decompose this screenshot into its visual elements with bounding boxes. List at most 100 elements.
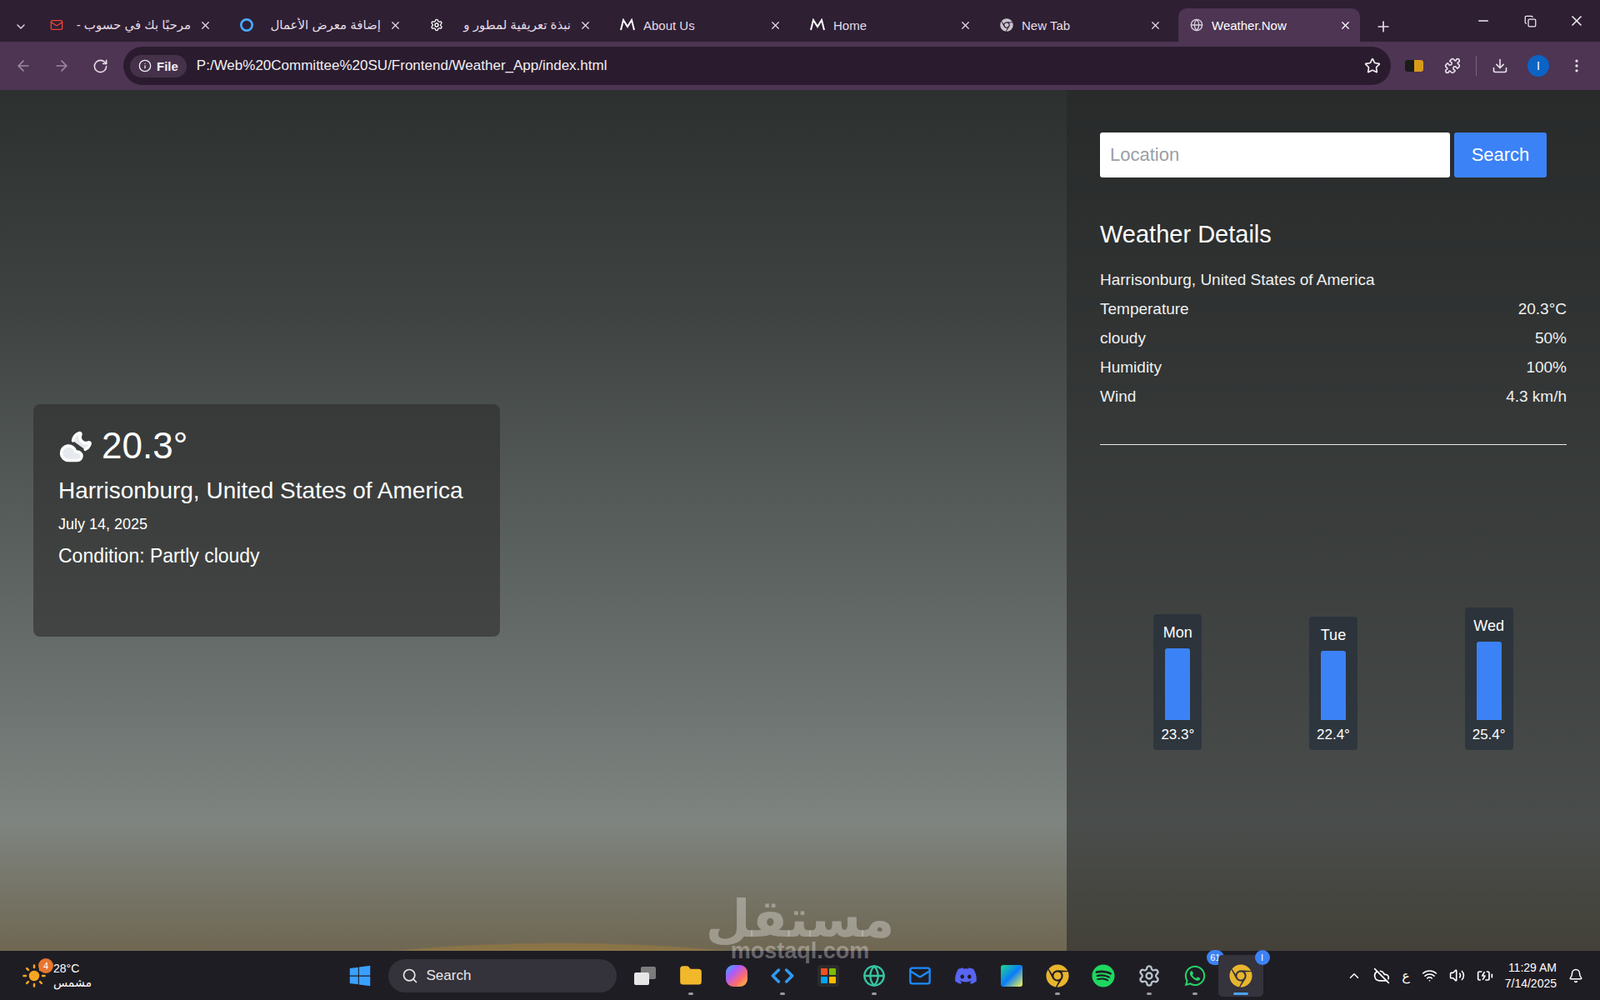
taskbar-search[interactable]: Search	[388, 959, 617, 993]
whatsapp-icon	[1183, 964, 1207, 988]
close-window-button[interactable]	[1553, 0, 1600, 42]
close-tab-icon[interactable]	[769, 19, 782, 32]
tab-label: New Tab	[1021, 18, 1141, 33]
tab-label: About Us	[643, 18, 761, 33]
browser-tab[interactable]: نبذة تعريفية لمطور و	[418, 8, 600, 42]
day-reading: 23.3°	[1160, 726, 1195, 744]
taskbar-app[interactable]	[897, 955, 943, 997]
onedrive-icon[interactable]	[1373, 967, 1390, 985]
watermark: مستقلmostaql.com	[705, 893, 895, 963]
chrome-icon	[1229, 964, 1253, 988]
toolbar-separator	[1475, 55, 1477, 76]
current-location: Harrisonburg, United States of America	[58, 474, 475, 507]
close-tab-icon[interactable]	[1339, 19, 1352, 32]
running-indicator	[1233, 992, 1249, 995]
puzzle-icon	[1444, 57, 1461, 75]
taskbar-app[interactable]	[668, 955, 714, 997]
search-icon	[401, 967, 419, 985]
wifi-icon[interactable]	[1421, 967, 1438, 984]
weather-widget-text: 28°Cمشمس	[53, 961, 92, 990]
taskbar-app[interactable]	[943, 955, 989, 997]
detail-value: 20.3°C	[1518, 300, 1567, 319]
running-indicator	[1146, 992, 1152, 995]
settings-icon	[1137, 964, 1161, 988]
menu-button[interactable]	[1561, 50, 1592, 81]
close-tab-icon[interactable]	[199, 19, 212, 32]
mostaql-icon	[810, 18, 825, 32]
keyboard-language[interactable]: ع	[1401, 967, 1410, 984]
taskbar-app[interactable]: I	[1218, 955, 1264, 997]
detail-value: 50%	[1535, 329, 1567, 348]
details-location: Harrisonburg, United States of America	[1100, 265, 1567, 295]
current-weather-card: 20.3° Harrisonburg, United States of Amer…	[33, 404, 500, 637]
clock-date: 7/14/2025	[1505, 975, 1557, 991]
taskbar-app[interactable]	[1126, 955, 1172, 997]
search-button[interactable]: Search	[1454, 132, 1547, 178]
profile-avatar: I	[1527, 55, 1550, 77]
weather-widget[interactable]: 428°Cمشمس	[8, 961, 338, 990]
start-button[interactable]	[337, 955, 383, 997]
detail-value: 100%	[1525, 358, 1567, 377]
browser-toolbar: FileP:/Web%20Committee%20SU/Frontend/Wea…	[0, 41, 1600, 90]
notifications-icon[interactable]	[1568, 968, 1584, 984]
new-tab-button[interactable]	[1368, 11, 1399, 42]
watermark-latin: mostaql.com	[730, 940, 870, 963]
close-tab-icon[interactable]	[389, 19, 402, 32]
tab-label: مرحبًا بك في حسوب -	[71, 17, 191, 33]
close-tab-icon[interactable]	[579, 19, 592, 32]
volume-icon[interactable]	[1449, 967, 1465, 984]
taskbar-app[interactable]	[714, 955, 760, 997]
reload-button[interactable]	[85, 50, 115, 81]
watermark-arabic: مستقل	[705, 893, 895, 945]
extension-button[interactable]	[1399, 50, 1430, 81]
running-indicator	[688, 992, 694, 995]
browser-tab[interactable]: Home	[798, 8, 980, 42]
forward-button[interactable]	[46, 50, 77, 81]
current-condition: Condition: Partly cloudy	[58, 545, 475, 568]
back-button[interactable]	[8, 50, 39, 81]
taskbar-app[interactable]	[1080, 955, 1126, 997]
clock[interactable]: 11:29 AM7/14/2025	[1505, 960, 1557, 990]
close-tab-icon[interactable]	[959, 19, 972, 32]
taskbar-app[interactable]	[805, 955, 851, 997]
browser-tab[interactable]: مرحبًا بك في حسوب -	[38, 8, 220, 42]
browser-tab[interactable]: New Tab	[988, 8, 1170, 42]
taskbar-app[interactable]: 61	[1172, 955, 1218, 997]
minimize-button[interactable]	[1460, 0, 1507, 42]
address-bar[interactable]: FileP:/Web%20Committee%20SU/Frontend/Wea…	[123, 46, 1391, 85]
downloads-button[interactable]	[1485, 50, 1515, 81]
extensions-button[interactable]	[1437, 50, 1468, 81]
forecast-bar	[1320, 650, 1346, 720]
browser-tab[interactable]: About Us	[608, 8, 790, 42]
forecast-bar	[1476, 641, 1502, 720]
taskbar-app[interactable]	[851, 955, 897, 997]
taskbar: 428°Cمشمس Search 61I ع 11:29 AM7/14/2025	[0, 950, 1600, 1000]
browser-tab[interactable]: Weather.Now	[1178, 8, 1360, 42]
widget-temperature: 28°C	[53, 961, 92, 976]
taskbar-apps: Search 61I	[337, 955, 1264, 997]
edge-icon	[862, 964, 886, 988]
detail-value: 4.3 km/h	[1505, 387, 1567, 406]
site-info-chip[interactable]: File	[130, 55, 187, 78]
forecast-day: Mon23.3°	[1153, 614, 1202, 750]
profile-button[interactable]: I	[1523, 50, 1554, 81]
outlook-icon	[908, 964, 932, 988]
restore-button[interactable]	[1506, 0, 1554, 42]
browser-tab[interactable]: إضافة معرض الأعمال	[228, 8, 410, 42]
desktop-screen: مرحبًا بك في حسوب - إضافة معرض الأعمالنبذ…	[0, 0, 1600, 1000]
taskbar-app[interactable]	[622, 955, 668, 997]
bookmark-star-icon[interactable]	[1364, 57, 1381, 75]
globe-icon	[1190, 18, 1204, 32]
taskbar-app[interactable]	[760, 955, 805, 997]
location-input[interactable]	[1100, 132, 1450, 178]
current-temperature: 20.3°	[101, 425, 188, 466]
chrome-icon	[1000, 18, 1014, 32]
taskbar-app[interactable]	[1035, 955, 1080, 997]
detail-label: Humidity	[1100, 358, 1162, 377]
battery-icon[interactable]	[1476, 967, 1494, 985]
gmail-icon	[50, 18, 64, 32]
taskbar-app[interactable]	[989, 955, 1035, 997]
tab-search-button[interactable]	[8, 11, 34, 42]
close-tab-icon[interactable]	[1149, 19, 1162, 32]
show-hidden-icon[interactable]	[1346, 968, 1362, 984]
